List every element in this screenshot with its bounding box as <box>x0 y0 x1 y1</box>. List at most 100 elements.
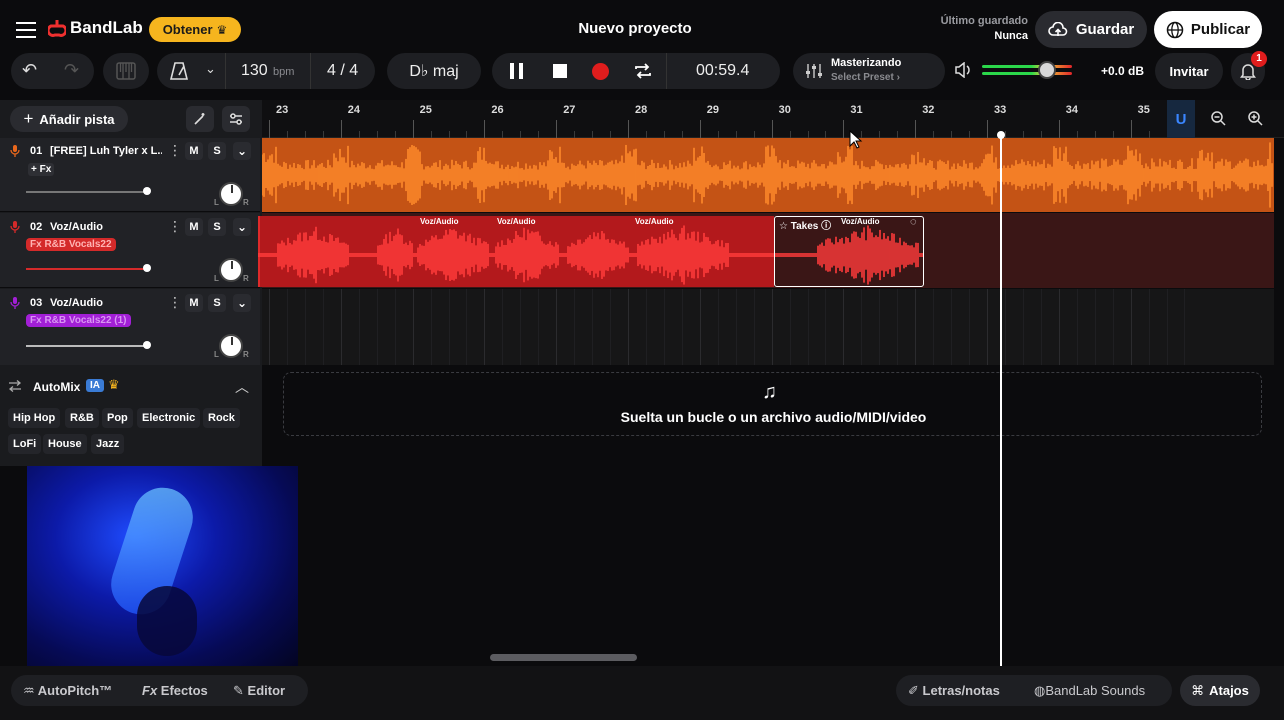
shortcuts-button[interactable]: ⌘ Atajos <box>1180 675 1260 706</box>
editor-button[interactable]: ✎ Editor <box>233 683 285 699</box>
record-button[interactable] <box>592 63 609 80</box>
fx-button[interactable]: + Fx <box>28 163 55 176</box>
autopitch-button[interactable]: ♒ AutoPitch™ <box>23 683 112 699</box>
automix-panel: AutoMix IA ♛ ︿ Hip Hop R&B Pop Electroni… <box>0 370 262 466</box>
publish-button[interactable]: Publicar <box>1154 11 1262 48</box>
track-header-1[interactable]: 01 [FREE] Luh Tyler x L... ⋮ M S ⌄ + Fx … <box>0 138 260 212</box>
chevron-down-icon[interactable]: ⌄ <box>205 61 216 77</box>
genre-chip[interactable]: Jazz <box>91 434 125 454</box>
genre-chip[interactable]: Rock <box>203 408 240 428</box>
playhead-handle[interactable] <box>997 131 1005 139</box>
solo-button[interactable]: S <box>208 294 226 312</box>
bar-tick <box>915 120 917 138</box>
volume-fader[interactable] <box>26 191 146 193</box>
loop-icon[interactable] <box>633 61 653 81</box>
fx-chip[interactable]: Fx R&B Vocals22 <box>26 238 116 251</box>
master-volume-slider[interactable] <box>982 61 1072 79</box>
time-display[interactable]: 00:59.4 <box>696 62 749 80</box>
undo-icon[interactable]: ↶ <box>22 60 37 81</box>
mastering-button[interactable]: Masterizando Select Preset › <box>793 53 945 89</box>
metronome-icon[interactable] <box>170 61 188 81</box>
grid-line <box>269 289 270 365</box>
track-header-2[interactable]: 02 Voz/Audio ⋮ M S ⌄ Fx R&B Vocals22 L R <box>0 213 260 288</box>
genre-chip[interactable]: House <box>43 434 87 454</box>
pan-knob[interactable] <box>219 334 243 358</box>
wand-button[interactable] <box>186 106 214 132</box>
mute-button[interactable]: M <box>185 218 203 236</box>
grid-line <box>681 289 683 365</box>
grid-line <box>1130 289 1132 365</box>
zoom-out-icon[interactable] <box>1211 111 1226 126</box>
bar-number: 24 <box>347 104 361 116</box>
effects-button[interactable]: Fx Efectos <box>142 683 208 698</box>
track-name[interactable]: Voz/Audio <box>50 221 103 233</box>
solo-button[interactable]: S <box>208 142 226 160</box>
save-button[interactable]: Guardar <box>1035 11 1147 48</box>
track-name[interactable]: Voz/Audio <box>50 297 103 309</box>
grid-line <box>358 289 360 365</box>
speaker-icon[interactable] <box>954 62 972 78</box>
menu-icon[interactable] <box>16 20 36 38</box>
expand-chevron-icon[interactable]: ⌄ <box>233 142 251 160</box>
more-options-icon[interactable]: ⋮ <box>168 142 182 159</box>
genre-chip[interactable]: LoFi <box>8 434 42 454</box>
pan-knob[interactable] <box>219 258 243 282</box>
piano-keyboard-button[interactable] <box>103 53 149 89</box>
fx-chip[interactable]: Fx R&B Vocals22 (1) <box>26 314 131 327</box>
expand-chevron-icon[interactable]: ⌄ <box>233 294 251 312</box>
collapse-chevron-icon[interactable]: ︿ <box>235 377 249 397</box>
mouse-cursor-icon <box>849 130 863 149</box>
solo-button[interactable]: S <box>208 218 226 236</box>
bar-tick <box>484 120 486 138</box>
volume-slider-thumb[interactable] <box>1037 61 1056 79</box>
key-selector[interactable]: D♭ maj <box>387 53 481 89</box>
more-options-icon[interactable]: ⋮ <box>168 218 182 235</box>
lyrics-button[interactable]: ✐ Letras/notas <box>908 683 1000 699</box>
snap-magnet-icon[interactable]: U <box>1167 100 1195 138</box>
project-title[interactable]: Nuevo proyecto <box>560 20 710 37</box>
mute-button[interactable]: M <box>185 142 203 160</box>
drop-zone[interactable]: ♫ Suelta un bucle o un archivo audio/MID… <box>283 372 1262 436</box>
redo-icon[interactable]: ↷ <box>64 60 79 81</box>
notifications-button[interactable]: 1 <box>1231 51 1267 89</box>
horizontal-scrollbar[interactable] <box>490 654 637 661</box>
add-track-button[interactable]: + Añadir pista <box>10 106 128 132</box>
volume-fader-thumb[interactable] <box>143 341 151 349</box>
bandlab-logo[interactable]: BandLab <box>48 18 143 38</box>
track-settings-button[interactable] <box>222 106 250 132</box>
genre-chip[interactable]: Hip Hop <box>8 408 61 428</box>
zoom-in-icon[interactable] <box>1248 111 1263 126</box>
volume-fader-thumb[interactable] <box>143 264 151 272</box>
pause-button[interactable] <box>510 63 524 79</box>
beat-tick <box>1022 131 1024 138</box>
pan-right-label: R <box>243 350 249 359</box>
stop-button[interactable] <box>553 64 567 78</box>
playhead[interactable] <box>1000 134 1002 666</box>
grid-line <box>1058 289 1060 365</box>
genre-chip[interactable]: R&B <box>65 408 99 428</box>
genre-chip[interactable]: Electronic <box>137 408 201 428</box>
pan-knob[interactable] <box>219 182 243 206</box>
more-options-icon[interactable]: ⋮ <box>168 294 182 311</box>
track-header-3[interactable]: 03 Voz/Audio ⋮ M S ⌄ Fx R&B Vocals22 (1)… <box>0 289 260 365</box>
takes-label[interactable]: ☆ Takes ⓘ <box>779 217 831 232</box>
grid-line <box>897 289 899 365</box>
beat-tick <box>592 131 594 138</box>
volume-fader[interactable] <box>26 268 146 270</box>
microphone-icon <box>10 221 20 233</box>
genre-chip[interactable]: Pop <box>102 408 133 428</box>
track-lane-3[interactable] <box>262 289 1274 365</box>
bpm-value[interactable]: 130 <box>241 62 268 80</box>
pan-right-label: R <box>243 274 249 283</box>
volume-fader[interactable] <box>26 345 146 347</box>
beat-tick <box>502 131 504 138</box>
expand-chevron-icon[interactable]: ⌄ <box>233 218 251 236</box>
loop-handle-icon[interactable]: ◌ <box>910 216 917 228</box>
time-signature[interactable]: 4 / 4 <box>327 62 358 80</box>
get-premium-button[interactable]: Obtener ♛ <box>149 17 241 42</box>
mute-button[interactable]: M <box>185 294 203 312</box>
invite-button[interactable]: Invitar <box>1155 53 1223 89</box>
track-name[interactable]: [FREE] Luh Tyler x L... <box>50 145 162 157</box>
bandlab-sounds-button[interactable]: ◍BandLab Sounds <box>1034 683 1145 699</box>
volume-fader-thumb[interactable] <box>143 187 151 195</box>
